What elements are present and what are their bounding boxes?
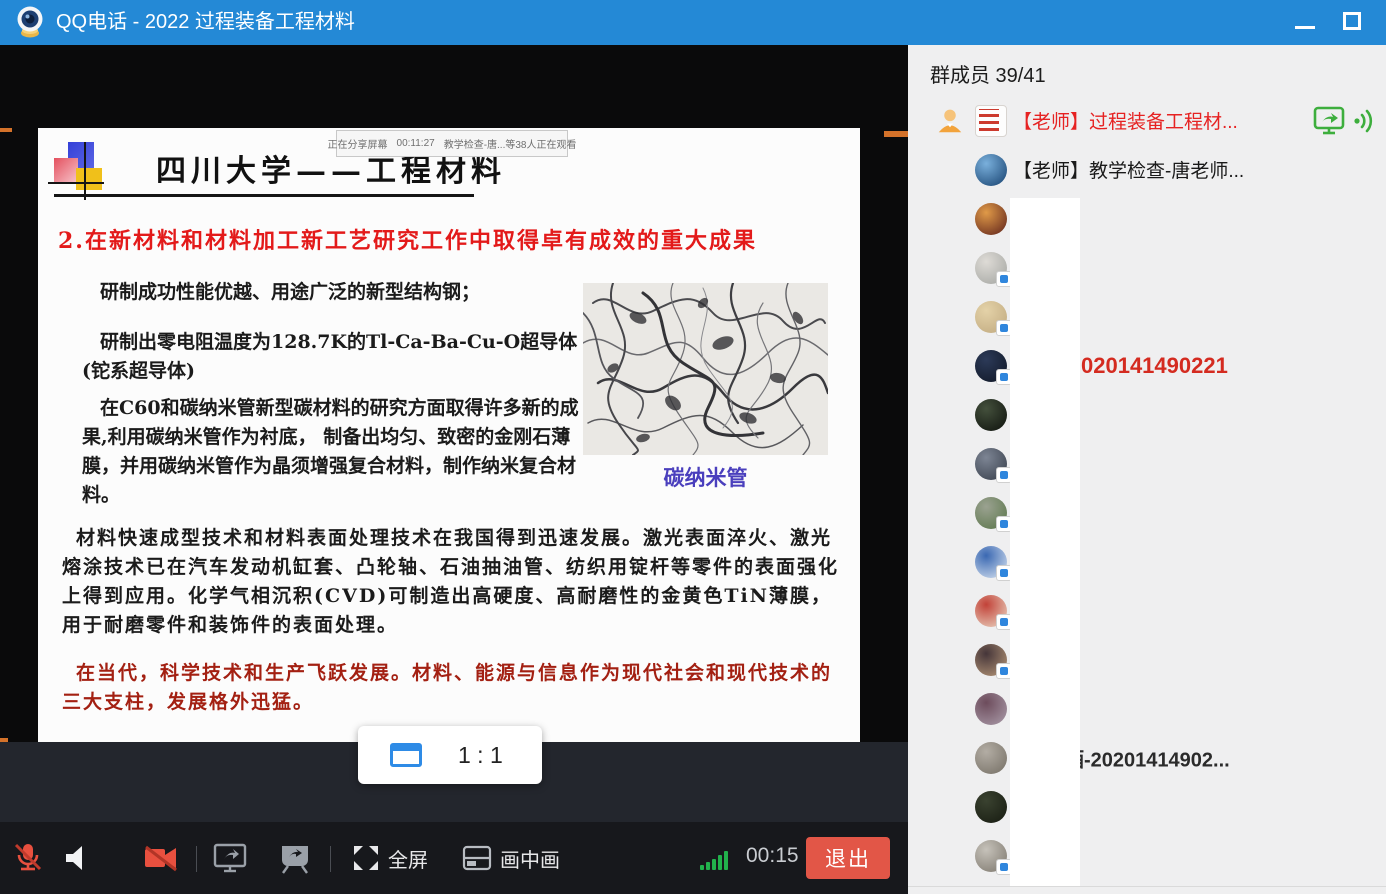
member-id-text: 酒-20201414902... bbox=[1064, 743, 1230, 772]
minimize-button[interactable] bbox=[1288, 8, 1322, 36]
avatar bbox=[975, 546, 1007, 578]
share-screen-button[interactable] bbox=[212, 822, 248, 894]
member-id-text: 020141490221 bbox=[1081, 353, 1228, 379]
member-count-header: 群成员 39/41 bbox=[930, 59, 1046, 88]
avatar bbox=[975, 203, 1007, 235]
list-divider bbox=[908, 886, 1386, 887]
slide-paragraph: 在C60和碳纳米管新型碳材料的研究方面取得许多新的成果,利用碳纳米管作为衬底， … bbox=[82, 394, 587, 510]
avatar bbox=[975, 350, 1007, 382]
speaker-icon bbox=[62, 843, 92, 873]
member-row[interactable] bbox=[908, 684, 1386, 733]
window-title: QQ电话 - 2022 过程装备工程材料 bbox=[56, 0, 355, 45]
member-row[interactable]: 酒-20201414902... bbox=[908, 733, 1386, 782]
member-row[interactable] bbox=[908, 390, 1386, 439]
member-row[interactable] bbox=[908, 243, 1386, 292]
picture-in-picture-icon bbox=[462, 845, 492, 871]
slide-heading: 2.在新材料和材料加工新工艺研究工作中取得卓有成效的重大成果 bbox=[58, 223, 848, 255]
avatar bbox=[975, 840, 1007, 872]
slide-header-rule bbox=[54, 194, 474, 197]
member-row[interactable] bbox=[908, 831, 1386, 880]
sharing-status-banner[interactable]: 正在分享屏幕 00:11:27 教学检查-唐...等38人正在观看 bbox=[336, 130, 568, 157]
member-row[interactable] bbox=[908, 537, 1386, 586]
webcam-icon bbox=[13, 5, 47, 39]
member-row[interactable] bbox=[908, 586, 1386, 635]
call-duration: 00:15 bbox=[746, 844, 799, 868]
member-row[interactable] bbox=[908, 194, 1386, 243]
slide-paragraph: 研制出零电阻温度为128.7K的Tl-Ca-Ba-Cu-O超导体(铊系超导体) bbox=[82, 328, 587, 386]
picture-in-picture-button[interactable]: 画中画 bbox=[462, 822, 560, 894]
avatar bbox=[975, 595, 1007, 627]
avatar bbox=[975, 105, 1007, 137]
microphone-muted-icon bbox=[12, 841, 44, 875]
avatar bbox=[975, 252, 1007, 284]
avatar bbox=[975, 399, 1007, 431]
mute-mic-button[interactable] bbox=[12, 822, 44, 894]
share-demo-button[interactable] bbox=[278, 822, 312, 894]
toolbar-separator bbox=[330, 846, 331, 872]
screen-share-stage: 四川大学——工程材料 2.在新材料和材料加工新工艺研究工作中取得卓有成效的重大成… bbox=[0, 45, 908, 894]
projector-share-icon bbox=[278, 842, 312, 874]
screen-share-icon bbox=[212, 842, 248, 874]
camera-off-button[interactable] bbox=[142, 822, 180, 894]
call-toolbar: 全屏 画中画 00:15 退出 bbox=[0, 822, 908, 894]
background-window-fragment bbox=[0, 738, 8, 742]
ratio-label: 1 : 1 bbox=[458, 742, 503, 769]
window-icon bbox=[390, 743, 422, 767]
sharing-screen-icon bbox=[1313, 106, 1347, 136]
slide-paragraph: 研制成功性能优越、用途广泛的新型结构钢； bbox=[82, 278, 582, 307]
avatar bbox=[975, 742, 1007, 774]
pip-label: 画中画 bbox=[500, 844, 560, 873]
maximize-button[interactable] bbox=[1336, 8, 1370, 36]
shared-slide: 四川大学——工程材料 2.在新材料和材料加工新工艺研究工作中取得卓有成效的重大成… bbox=[38, 128, 860, 742]
member-name: 【老师】过程装备工程材... bbox=[1013, 107, 1238, 134]
host-status-icons bbox=[1313, 106, 1378, 136]
member-row[interactable] bbox=[908, 782, 1386, 831]
avatar bbox=[975, 644, 1007, 676]
fullscreen-label: 全屏 bbox=[388, 844, 428, 873]
white-privacy-overlay bbox=[1010, 198, 1080, 886]
member-row[interactable] bbox=[908, 292, 1386, 341]
member-row[interactable] bbox=[908, 635, 1386, 684]
titlebar: QQ电话 - 2022 过程装备工程材料 bbox=[0, 0, 1386, 45]
sharing-elapsed-time: 00:11:27 bbox=[397, 138, 435, 149]
avatar bbox=[975, 448, 1007, 480]
image-caption: 碳纳米管 bbox=[583, 462, 828, 492]
member-row[interactable]: 【老师】过程装备工程材... bbox=[908, 96, 1386, 145]
member-row[interactable] bbox=[908, 488, 1386, 537]
avatar bbox=[975, 497, 1007, 529]
member-panel: 群成员 39/41 【老师】过程装备工程材... 【老师】教学检查-唐老师... 0… bbox=[908, 45, 1386, 894]
host-person-icon bbox=[935, 106, 965, 136]
signal-strength-icon bbox=[700, 848, 738, 870]
avatar bbox=[975, 154, 1007, 186]
background-window-fragment bbox=[0, 128, 12, 132]
speaker-button[interactable] bbox=[62, 822, 92, 894]
slide-logo bbox=[54, 142, 110, 202]
slide-paragraph: 在当代，科学技术和生产飞跃发展。材料、能源与信息作为现代社会和现代技术的三大支柱… bbox=[62, 659, 848, 717]
fullscreen-button[interactable]: 全屏 bbox=[352, 822, 428, 894]
speaking-indicator-icon bbox=[1352, 107, 1378, 135]
sharing-status-text: 正在分享屏幕 bbox=[328, 136, 388, 151]
slide-paragraph: 材料快速成型技术和材料表面处理技术在我国得到迅速发展。激光表面淬火、激光熔涂技术… bbox=[62, 524, 848, 640]
toolbar-separator bbox=[196, 846, 197, 872]
avatar bbox=[975, 693, 1007, 725]
carbon-nanotube-image bbox=[583, 283, 828, 455]
member-list: 【老师】过程装备工程材... 【老师】教学检查-唐老师... 02014149022… bbox=[908, 96, 1386, 880]
sharing-viewers-text: 教学检查-唐...等38人正在观看 bbox=[444, 136, 577, 151]
member-row[interactable] bbox=[908, 439, 1386, 488]
background-window-fragment bbox=[884, 131, 908, 137]
camera-off-icon bbox=[142, 843, 180, 873]
member-row[interactable]: 020141490221 bbox=[908, 341, 1386, 390]
member-name: 【老师】教学检查-唐老师... bbox=[1013, 156, 1244, 183]
exit-call-button[interactable]: 退出 bbox=[806, 837, 890, 879]
fullscreen-icon bbox=[352, 844, 380, 872]
qq-call-window: QQ电话 - 2022 过程装备工程材料 四川大学——工程材料 2.在新材料和材… bbox=[0, 0, 1386, 894]
member-row[interactable]: 【老师】教学检查-唐老师... bbox=[908, 145, 1386, 194]
avatar bbox=[975, 791, 1007, 823]
ratio-toggle[interactable]: 1 : 1 bbox=[358, 726, 542, 784]
avatar bbox=[975, 301, 1007, 333]
